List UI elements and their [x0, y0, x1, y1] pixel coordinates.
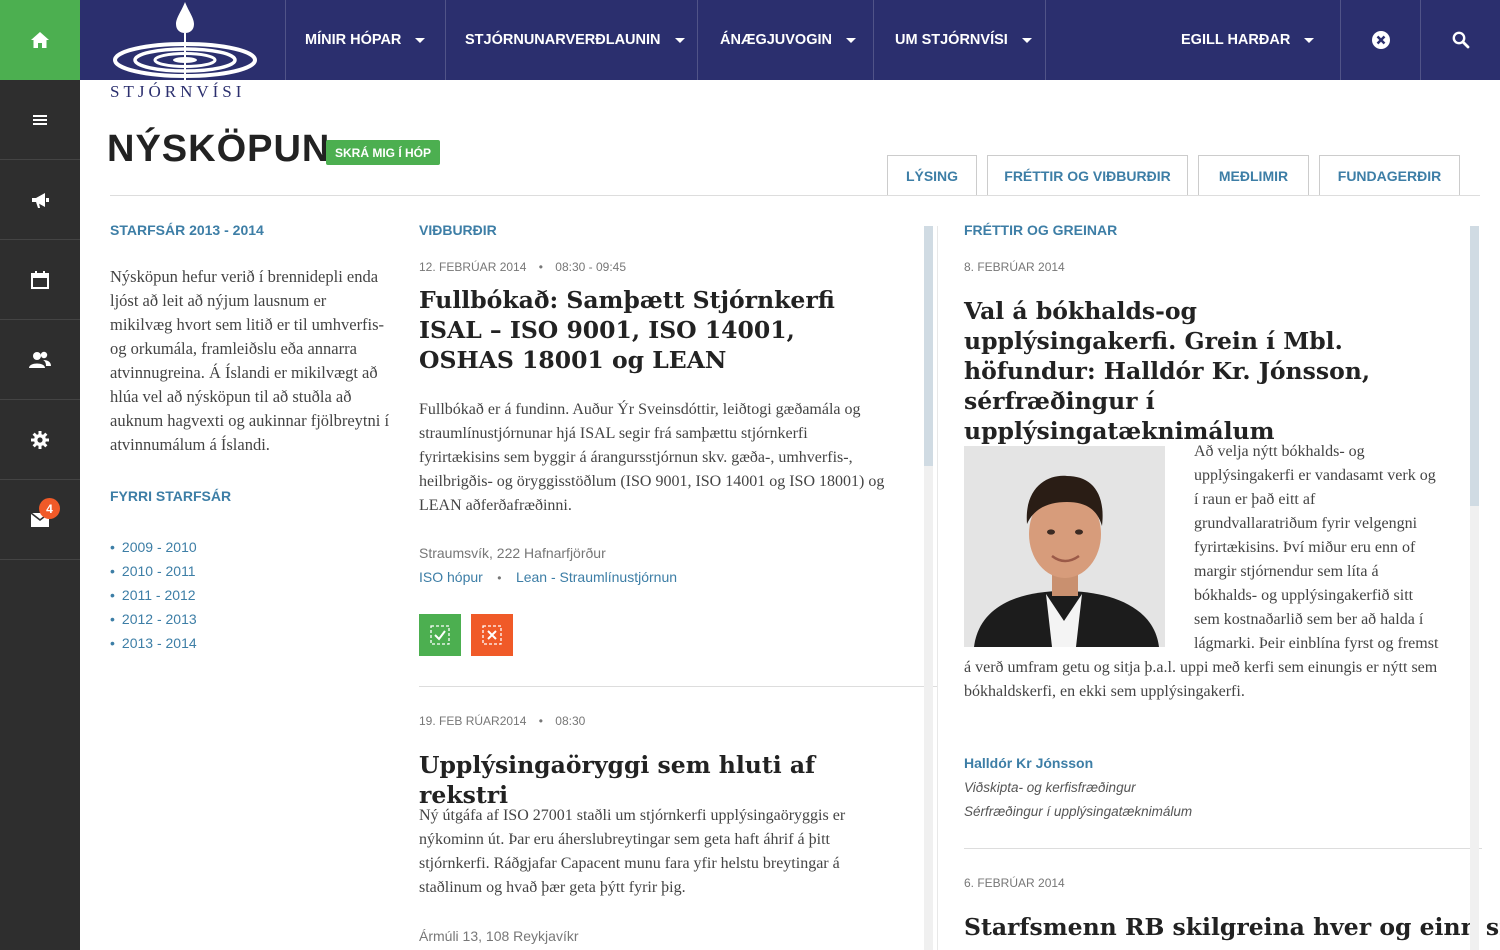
previous-years-label: FYRRI STARFSÁR	[110, 488, 232, 504]
event-location: Straumsvík, 222 Hafnarfjörður	[419, 545, 606, 561]
news-excerpt: Að velja nýtt bókhalds- og upplýsingaker…	[964, 440, 1442, 704]
column-divider	[937, 226, 938, 950]
chevron-down-icon	[1304, 37, 1315, 43]
search-button[interactable]	[1420, 0, 1500, 80]
tag-link[interactable]: ISO hópur	[419, 569, 483, 585]
tab-news-events[interactable]: FRÉTTIR OG VIÐBURÐIR	[987, 155, 1188, 196]
group-info-column: STARFSÁR 2013 - 2014 Nýsköpun hefur veri…	[110, 222, 390, 655]
cross-icon	[482, 625, 502, 645]
sidebar-item-announcements[interactable]	[0, 160, 80, 240]
users-icon	[29, 351, 51, 368]
page-title: NÝSKÖPUN	[107, 128, 331, 170]
nav-about[interactable]: UM STJÓRNVÍSI	[873, 0, 1045, 80]
home-icon	[31, 32, 49, 48]
scrollbar-thumb[interactable]	[924, 226, 933, 466]
chevron-down-icon	[674, 37, 685, 43]
sidebar-item-settings[interactable]	[0, 400, 80, 480]
menu-icon	[33, 114, 47, 125]
attend-button[interactable]	[419, 614, 461, 656]
event-divider	[419, 686, 937, 687]
sidebar-item-calendar[interactable]	[0, 240, 80, 320]
nav-label: MÍNIR HÓPAR	[305, 32, 402, 48]
news-author-link[interactable]: Halldór Kr Jónsson	[964, 755, 1093, 771]
photo-float-spacer	[964, 440, 1194, 656]
nav-satisfaction-index[interactable]: ÁNÆGJUVOGIN	[697, 0, 873, 80]
news-divider	[964, 848, 1482, 849]
megaphone-icon	[32, 192, 49, 208]
logo-text: STJÓRNVÍSI	[110, 82, 246, 101]
event-title-link[interactable]: Upplýsingaöryggi sem hluti af rekstri	[419, 750, 889, 810]
user-menu[interactable]: EGILL HARÐAR	[1160, 0, 1340, 80]
year-link[interactable]: 2012 - 2013	[110, 607, 390, 631]
scrollbar-thumb[interactable]	[1470, 226, 1479, 506]
event-title-link[interactable]: Fullbókað: Samþætt Stjórnkerfi ISAL – IS…	[419, 285, 889, 375]
news-title-link[interactable]: Val á bókhalds-og upplýsingakerfi. Grein…	[964, 296, 1414, 446]
logout-button[interactable]	[1340, 0, 1420, 80]
tab-minutes[interactable]: FUNDAGERÐIR	[1319, 155, 1460, 196]
event-description: Fullbókað er á fundinn. Auður Ýr Sveinsd…	[419, 401, 885, 514]
chevron-down-icon	[846, 37, 856, 43]
events-column: VIÐBURÐIR	[419, 222, 889, 238]
sidebar-item-messages[interactable]: 4	[0, 480, 80, 560]
event-tags: ISO hópur • Lean - Straumlínustjórnun	[419, 569, 677, 587]
news-label: FRÉTTIR OG GREINAR	[964, 222, 1118, 238]
nav-label: ÁNÆGJUVOGIN	[720, 32, 832, 48]
tab-members[interactable]: MEÐLIMIR	[1198, 155, 1309, 196]
year-link[interactable]: 2013 - 2014	[110, 631, 390, 655]
news-column: FRÉTTIR OG GREINAR	[964, 222, 1454, 238]
nav-empty-divider	[1045, 0, 1046, 80]
unread-badge: 4	[39, 498, 60, 519]
dot-separator: •	[497, 571, 502, 585]
search-icon	[1452, 31, 1469, 49]
check-icon	[430, 625, 450, 645]
home-button[interactable]	[0, 0, 80, 80]
header-divider	[110, 195, 1480, 196]
year-link[interactable]: 2010 - 2011	[110, 559, 390, 583]
group-description: Nýsköpun hefur verið í brennidepli enda …	[110, 267, 390, 454]
calendar-icon	[31, 270, 49, 289]
news-date: 6. FEBRÚAR 2014	[964, 876, 1065, 890]
sidebar-item-menu[interactable]	[0, 80, 80, 160]
event-description: Ný útgáfa af ISO 27001 staðli um stjórnk…	[419, 807, 846, 896]
event-date-text: 12. FEBRÚAR 2014	[419, 260, 527, 274]
nav-label: STJÓRNUNARVERÐLAUNIN	[465, 32, 661, 48]
dot-separator: •	[538, 714, 543, 728]
event-date: 12. FEBRÚAR 2014 • 08:30 - 09:45	[419, 260, 626, 274]
tag-link[interactable]: Lean - Straumlínustjórnun	[516, 569, 677, 585]
decline-button[interactable]	[471, 614, 513, 656]
event-location: Ármúli 13, 108 Reykjavíkr	[419, 928, 579, 944]
event-time-text: 08:30 - 09:45	[555, 260, 627, 274]
gear-icon	[31, 430, 49, 449]
news-date: 8. FEBRÚAR 2014	[964, 260, 1065, 274]
events-label: VIÐBURÐIR	[419, 222, 497, 238]
current-year-label: STARFSÁR 2013 - 2014	[110, 222, 264, 238]
tab-description[interactable]: LÝSING	[887, 155, 977, 196]
chevron-down-icon	[1021, 37, 1032, 43]
previous-years-list: 2009 - 2010 2010 - 2011 2011 - 2012 2012…	[110, 535, 390, 655]
year-link[interactable]: 2009 - 2010	[110, 535, 390, 559]
close-circle-icon	[1371, 31, 1390, 49]
news-scrollbar[interactable]	[1470, 226, 1479, 950]
event-date-text: 19. FEB RÚAR2014	[419, 714, 527, 728]
dot-separator: •	[538, 260, 543, 274]
chevron-down-icon	[415, 37, 426, 43]
top-navigation: MÍNIR HÓPAR STJÓRNUNARVERÐLAUNIN ÁNÆGJUV…	[0, 0, 1500, 80]
year-link[interactable]: 2011 - 2012	[110, 583, 390, 607]
author-role: Sérfræðingur í upplýsingatæknimálum	[964, 804, 1193, 819]
nav-label: UM STJÓRNVÍSI	[895, 32, 1008, 48]
nav-management-awards[interactable]: STJÓRNUNARVERÐLAUNIN	[445, 0, 697, 80]
news-title-link[interactable]: Starfsmenn RB skilgreina hver og einn si…	[964, 912, 1500, 942]
user-name: EGILL HARÐAR	[1181, 32, 1291, 48]
author-role: Viðskipta- og kerfisfræðingur	[964, 780, 1136, 795]
sidebar-item-members[interactable]	[0, 320, 80, 400]
logo[interactable]	[80, 0, 285, 80]
nav-my-groups[interactable]: MÍNIR HÓPAR	[285, 0, 445, 80]
events-scrollbar[interactable]	[924, 226, 933, 950]
sidebar: 4	[0, 80, 80, 950]
logo-drop-icon	[113, 2, 257, 80]
event-time-text: 08:30	[555, 714, 586, 728]
join-group-button[interactable]: SKRÁ MIG Í HÓP	[326, 140, 441, 165]
event-date: 19. FEB RÚAR2014 • 08:30	[419, 714, 585, 728]
